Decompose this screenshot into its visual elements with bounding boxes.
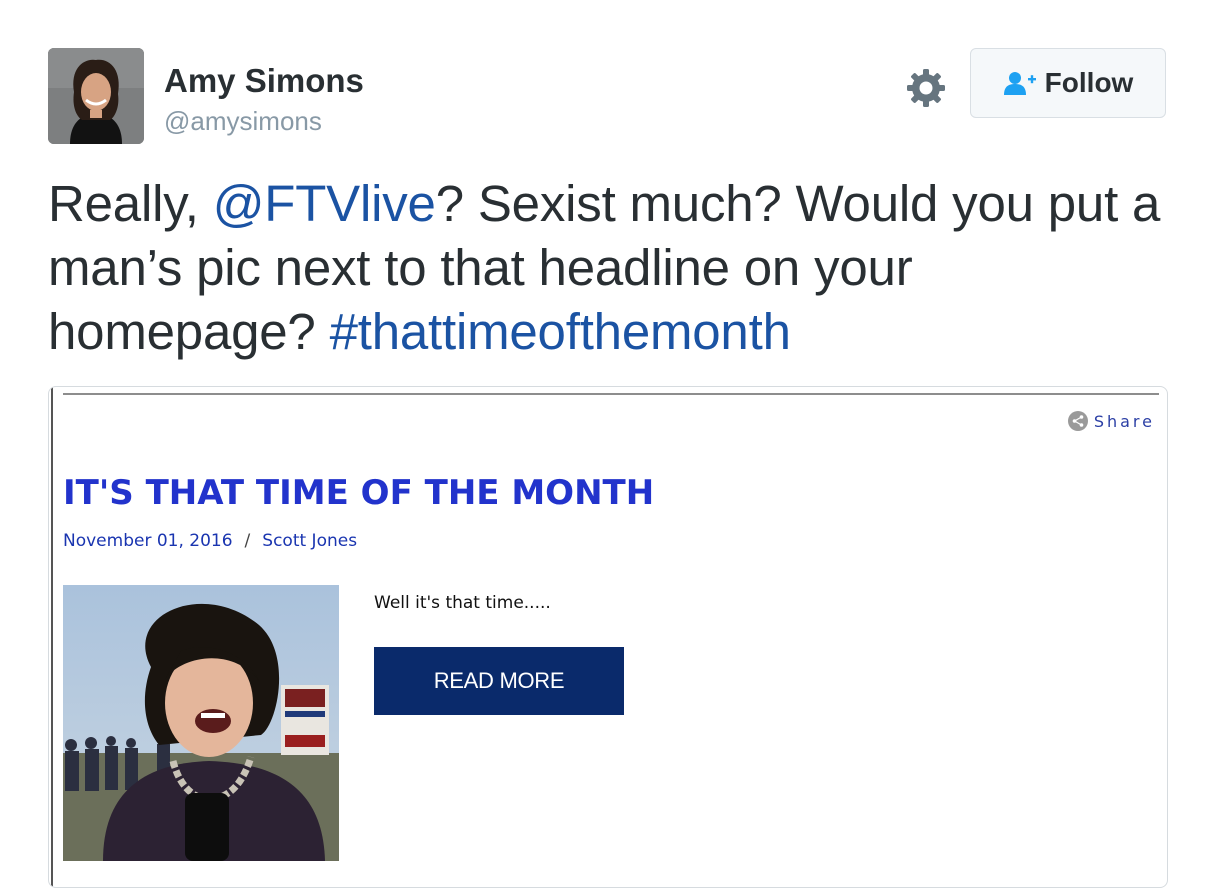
read-more-button[interactable]: READ MORE: [374, 647, 624, 715]
share-button[interactable]: Share: [1067, 411, 1155, 431]
divider: [63, 393, 1159, 395]
hashtag-link[interactable]: #thattimeofthemonth: [330, 303, 791, 360]
tweet-text-part: Really,: [48, 175, 213, 232]
mention-link[interactable]: @FTVlive: [213, 175, 436, 232]
follow-label: Follow: [1044, 67, 1134, 98]
avatar[interactable]: [48, 48, 144, 144]
article-date: November 01, 2016: [63, 531, 233, 551]
tweet-header: Amy Simons @amysimons Follow: [48, 48, 1168, 144]
follow-button[interactable]: Follow: [970, 48, 1166, 118]
meta-separator: /: [244, 531, 251, 551]
tweet-text: Really, @FTVlive? Sexist much? Would you…: [48, 172, 1178, 364]
article-title[interactable]: IT'S THAT TIME OF THE MONTH: [63, 473, 654, 513]
article-meta: November 01, 2016 / Scott Jones: [63, 531, 357, 551]
attached-image-card[interactable]: Share IT'S THAT TIME OF THE MONTH Novemb…: [48, 386, 1168, 888]
author-handle[interactable]: @amysimons: [164, 106, 322, 137]
share-label: Share: [1093, 411, 1155, 431]
share-icon: [1067, 411, 1088, 431]
avatar-photo: [48, 48, 144, 144]
author-name[interactable]: Amy Simons: [164, 62, 364, 100]
gear-icon[interactable]: [904, 66, 948, 110]
screenshot-frame: Share IT'S THAT TIME OF THE MONTH Novemb…: [51, 387, 1167, 887]
article-author[interactable]: Scott Jones: [262, 531, 357, 551]
add-user-icon: [1003, 72, 1036, 95]
article-excerpt: Well it's that time.....: [374, 593, 551, 613]
article-photo[interactable]: [63, 585, 339, 861]
